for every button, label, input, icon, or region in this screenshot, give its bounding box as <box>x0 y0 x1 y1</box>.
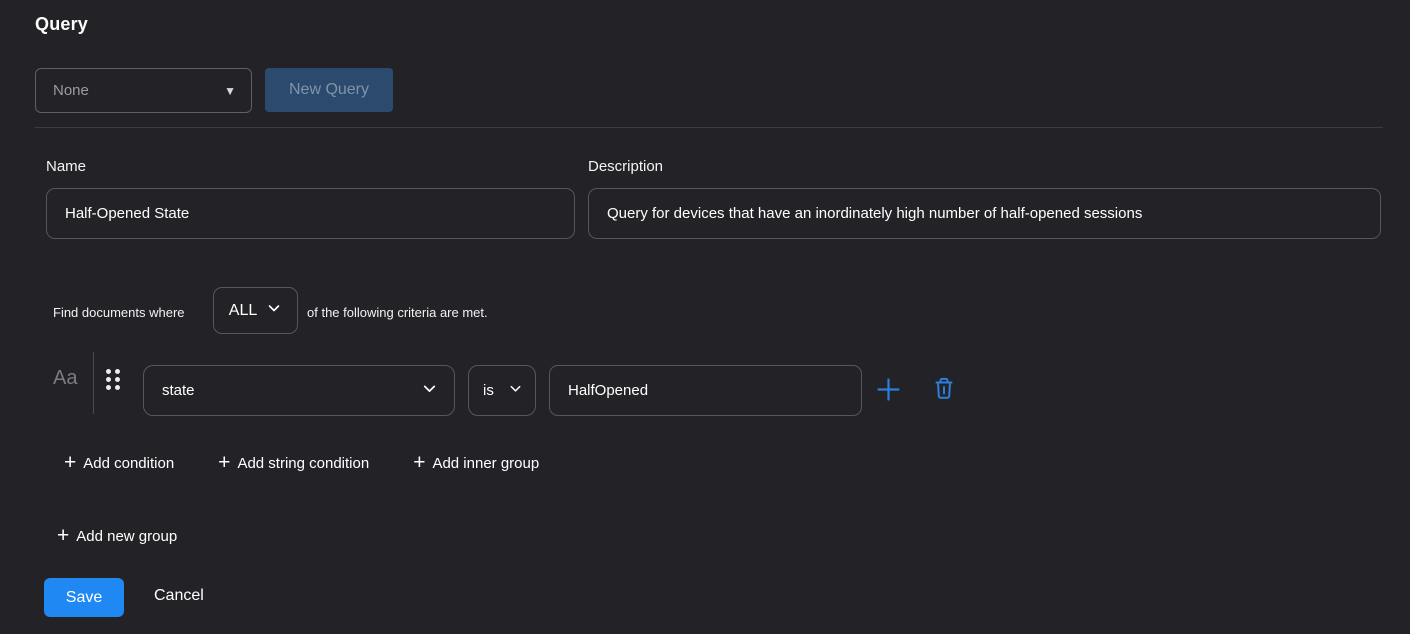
criteria-prefix-text: Find documents where <box>53 305 185 320</box>
add-inner-group-button[interactable]: + Add inner group <box>413 453 539 474</box>
new-query-button[interactable]: New Query <box>265 68 393 112</box>
triangle-down-icon: ▼ <box>224 84 236 98</box>
plus-icon: + <box>413 452 425 473</box>
page-title: Query <box>35 14 88 35</box>
string-type-badge: Aa <box>53 367 77 390</box>
saved-query-select[interactable]: None ▼ <box>35 68 252 113</box>
match-type-value: ALL <box>229 302 257 320</box>
delete-condition-trash-icon[interactable] <box>932 376 956 401</box>
description-label: Description <box>588 158 663 175</box>
condition-operator-value: is <box>483 382 494 399</box>
condition-field-value: state <box>162 382 195 399</box>
condition-operator-select[interactable]: is <box>468 365 536 416</box>
query-builder-panel: Query None ▼ New Query Name Description … <box>0 0 1410 634</box>
criteria-suffix-text: of the following criteria are met. <box>307 305 488 320</box>
drag-handle-icon[interactable] <box>106 369 120 390</box>
condition-field-select[interactable]: state <box>143 365 455 416</box>
plus-icon: + <box>57 525 69 546</box>
cancel-button[interactable]: Cancel <box>154 587 204 605</box>
add-new-group-button[interactable]: + Add new group <box>57 526 177 547</box>
plus-icon: + <box>64 452 76 473</box>
add-new-group-label: Add new group <box>76 528 177 545</box>
name-label: Name <box>46 158 86 175</box>
add-condition-button[interactable]: + Add condition <box>64 453 174 474</box>
chevron-down-icon <box>421 380 438 402</box>
add-inner-group-label: Add inner group <box>432 455 539 472</box>
condition-value-input[interactable] <box>549 365 862 416</box>
add-condition-plus-icon[interactable] <box>875 376 902 403</box>
condition-divider <box>93 352 94 414</box>
group-actions-row: + Add condition + Add string condition +… <box>64 453 539 474</box>
add-string-condition-button[interactable]: + Add string condition <box>218 453 369 474</box>
add-string-condition-label: Add string condition <box>237 455 369 472</box>
section-divider <box>35 127 1383 128</box>
saved-query-selected-value: None <box>53 82 89 99</box>
description-input[interactable] <box>588 188 1381 239</box>
name-input[interactable] <box>46 188 575 239</box>
add-condition-label: Add condition <box>83 455 174 472</box>
chevron-down-icon <box>266 300 282 321</box>
plus-icon: + <box>218 452 230 473</box>
save-button[interactable]: Save <box>44 578 124 617</box>
match-type-select[interactable]: ALL <box>213 287 298 334</box>
chevron-down-icon <box>508 381 523 401</box>
